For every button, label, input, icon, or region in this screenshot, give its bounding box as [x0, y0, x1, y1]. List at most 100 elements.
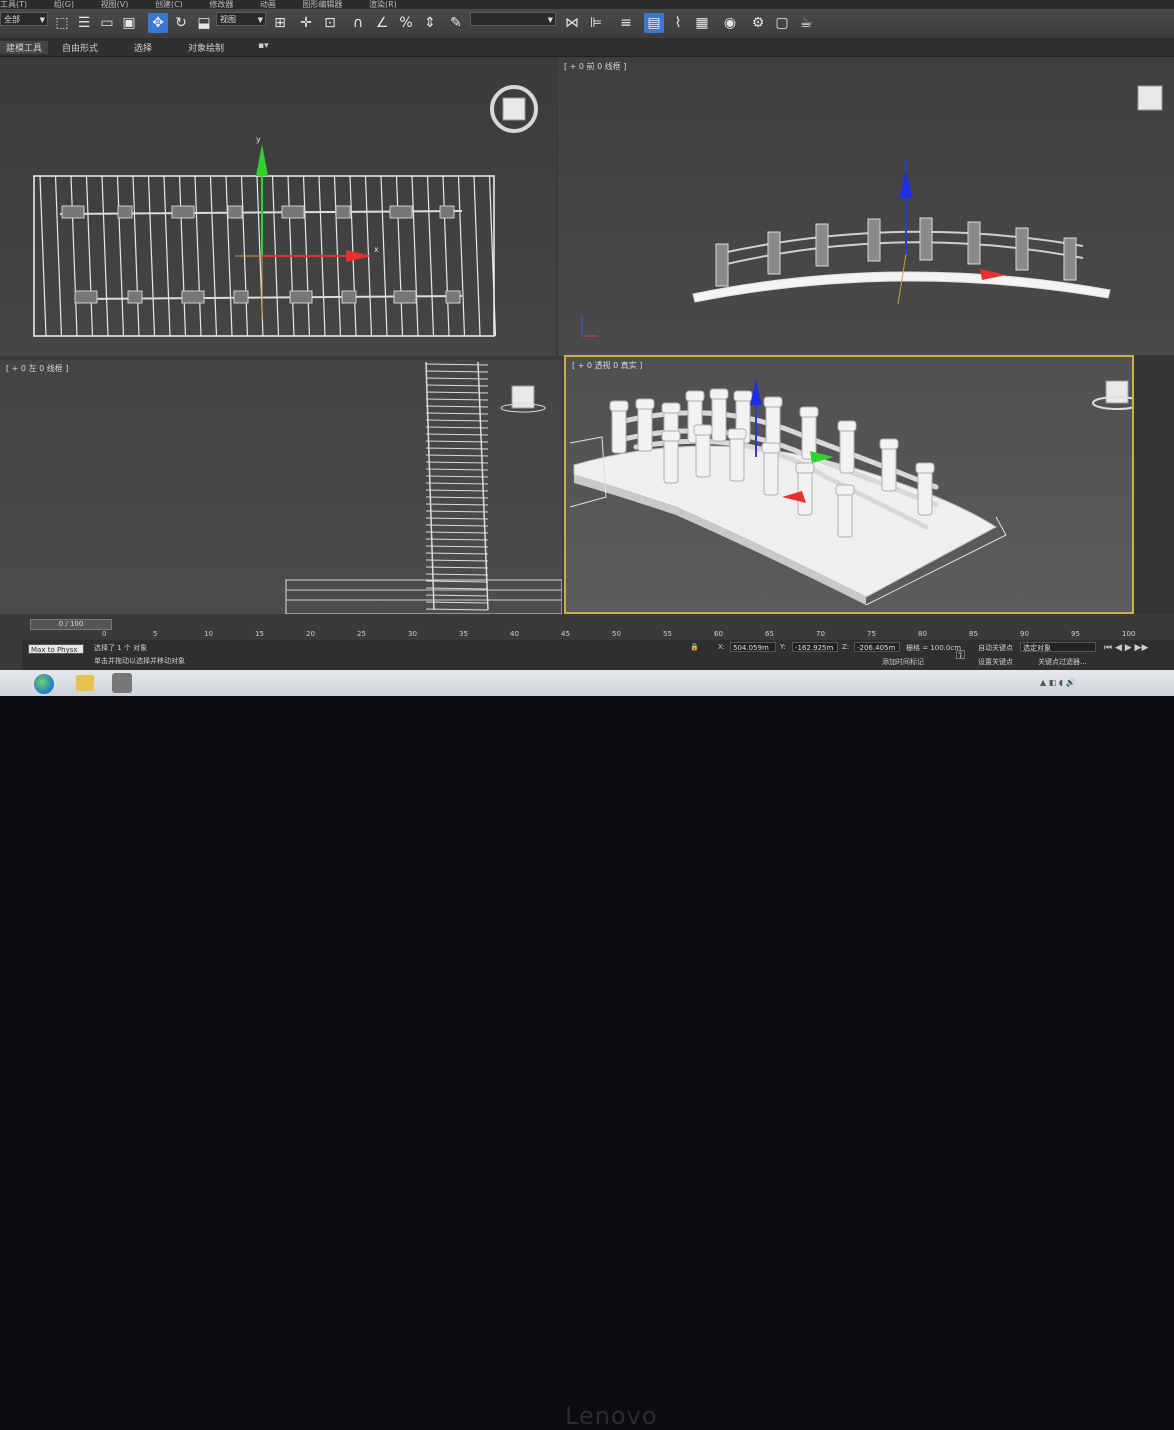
key-icon[interactable]: ⚿ — [956, 648, 965, 663]
file-explorer-icon[interactable] — [76, 675, 94, 691]
spinner-snap-icon[interactable]: ⇕ — [420, 13, 440, 33]
rendered-frame-icon[interactable]: ▢ — [772, 13, 792, 33]
command-panel-edge — [1134, 355, 1174, 614]
menu-group[interactable]: 组(G) — [54, 0, 74, 9]
align-icon[interactable]: ⊫ — [586, 13, 606, 33]
add-time-tag[interactable]: 添加时间标记 — [882, 657, 924, 667]
menu-create[interactable]: 创建(C) — [155, 0, 183, 9]
manipulate-icon[interactable]: ✛ — [296, 13, 316, 33]
render-teapot-icon[interactable]: ☕ — [796, 13, 816, 33]
viewport-top[interactable]: y x — [0, 58, 556, 356]
snap-3d-icon[interactable]: ∩ — [348, 13, 368, 33]
z-coordinate-field[interactable]: -206.405m — [854, 642, 900, 652]
ribbon-options-icon[interactable]: ▪▾ — [258, 41, 269, 51]
y-axis-label: y — [256, 135, 261, 144]
timeline-tick: 0 — [102, 630, 107, 638]
timeline-tick: 35 — [459, 630, 468, 638]
time-slider[interactable]: 0 / 100 — [30, 619, 112, 630]
selection-filter-dropdown[interactable]: 全部 — [0, 12, 48, 27]
tab-modeling-tools[interactable]: 建模工具 — [0, 41, 49, 54]
timeline-tick: 80 — [918, 630, 927, 638]
viewport-left[interactable]: [ + 0 左 0 线框 ] — [0, 360, 562, 614]
auto-key-button[interactable]: 自动关键点 — [978, 643, 1013, 653]
key-mode-dropdown[interactable]: 选定对象 — [1020, 642, 1096, 652]
timeline-tick: 10 — [204, 630, 213, 638]
viewport-perspective[interactable]: [ + 0 透视 0 真实 ] — [564, 355, 1134, 614]
menu-rendering[interactable]: 渲染(R) — [369, 0, 397, 9]
timeline-tick: 55 — [663, 630, 672, 638]
start-button[interactable] — [34, 674, 54, 694]
timeline-tick: 50 — [612, 630, 621, 638]
prompt-hint: 单击并拖动以选择并移动对象 — [94, 657, 185, 665]
curve-editor-icon[interactable]: ⌇ — [668, 13, 688, 33]
ribbon-toggle-icon[interactable]: ▤ — [644, 13, 664, 33]
windows-taskbar: ▲ ◧ ◖ 🔊 — [0, 670, 1174, 696]
3dsmax-taskbar-icon[interactable] — [112, 673, 132, 693]
rect-region-icon[interactable]: ▭ — [97, 13, 117, 33]
top-view-wireframe: y x — [33, 85, 538, 337]
pivot-center-icon[interactable]: ⊞ — [270, 13, 290, 33]
selection-status: 选择了 1 个 对象 — [94, 644, 148, 652]
viewcube-icon[interactable] — [1137, 85, 1163, 111]
named-selection-dropdown[interactable] — [470, 12, 556, 27]
render-setup-icon[interactable]: ⚙ — [748, 13, 768, 33]
y-label: Y: — [780, 643, 786, 651]
material-editor-icon[interactable]: ◉ — [720, 13, 740, 33]
maxscript-listener[interactable]: Max to Physx — [28, 644, 84, 654]
timeline-tick: 5 — [153, 630, 158, 638]
lock-icon[interactable]: 🔒 — [690, 643, 699, 651]
select-by-name-icon[interactable]: ☰ — [74, 13, 94, 33]
ref-coord-dropdown[interactable]: 视图 — [216, 12, 266, 27]
timeline[interactable]: 0 / 100 0 5 10 15 20 25 30 35 40 45 50 55 60 65 70 75 80… — [22, 618, 1135, 640]
monitor-brand-logo: Lenovo — [565, 1402, 658, 1430]
mirror-icon[interactable]: ⋈ — [562, 13, 582, 33]
timeline-tick: 75 — [867, 630, 876, 638]
left-view-wireframe — [285, 361, 562, 614]
select-move-icon[interactable]: ✥ — [148, 13, 168, 33]
timeline-tick: 15 — [255, 630, 264, 638]
menu-tools[interactable]: 工具(T) — [0, 0, 27, 9]
front-view-wireframe — [581, 85, 1163, 337]
menu-graph-editors[interactable]: 图形编辑器 — [302, 0, 342, 9]
ribbon-tabs: 建模工具 自由形式 选择 对象绘制 ▪▾ — [0, 38, 1174, 57]
timeline-tick: 70 — [816, 630, 825, 638]
schematic-view-icon[interactable]: ▦ — [692, 13, 712, 33]
y-coordinate-field[interactable]: -162.925m — [792, 642, 838, 652]
tab-freeform[interactable]: 自由形式 — [62, 41, 98, 54]
keyboard-shortcut-icon[interactable]: ⊡ — [320, 13, 340, 33]
key-filters-button[interactable]: 关键点过滤器... — [1038, 657, 1087, 667]
timeline-tick: 100 — [1122, 630, 1136, 638]
timeline-tick: 30 — [408, 630, 417, 638]
timeline-tick: 25 — [357, 630, 366, 638]
edit-named-selection-icon[interactable]: ✎ — [446, 13, 466, 33]
menu-animation[interactable]: 动画 — [260, 0, 276, 9]
perspective-bridge-render — [569, 379, 1132, 606]
timeline-tick: 85 — [969, 630, 978, 638]
angle-snap-icon[interactable]: ∠ — [372, 13, 392, 33]
percent-snap-icon[interactable]: % — [396, 13, 416, 33]
menu-modifiers[interactable]: 修改器 — [209, 0, 233, 9]
monitor-bezel: Lenovo — [0, 696, 1174, 1430]
viewport-front[interactable]: [ + 0 前 0 线框 ] — [558, 58, 1174, 356]
x-axis-label: x — [374, 245, 379, 254]
viewcube-icon[interactable] — [1105, 380, 1129, 404]
system-tray[interactable]: ▲ ◧ ◖ 🔊 — [1040, 678, 1076, 687]
z-label: Z: — [842, 643, 850, 651]
track-bar[interactable]: 0 5 10 15 20 25 30 35 40 45 50 55 60 65 70 75 80 85 90 95 10… — [22, 630, 1135, 640]
timeline-tick: 95 — [1071, 630, 1080, 638]
set-key-button[interactable]: 设置关键点 — [978, 657, 1013, 667]
layer-manager-icon[interactable]: ≡ — [616, 13, 636, 33]
tab-selection[interactable]: 选择 — [134, 41, 152, 54]
timeline-tick: 20 — [306, 630, 315, 638]
x-coordinate-field[interactable]: 504.059m — [730, 642, 776, 652]
playback-controls[interactable]: ⏮ ◀ ▶ ▶▶ — [1104, 643, 1148, 653]
menu-bar: 工具(T) 组(G) 视图(V) 创建(C) 修改器 动画 图形编辑器 渲染(R… — [0, 0, 1174, 9]
select-scale-icon[interactable]: ⬓ — [194, 13, 214, 33]
tab-object-paint[interactable]: 对象绘制 — [188, 41, 224, 54]
menu-views[interactable]: 视图(V) — [101, 0, 129, 9]
viewcube-icon[interactable] — [502, 97, 526, 121]
select-rotate-icon[interactable]: ↻ — [171, 13, 191, 33]
window-crossing-icon[interactable]: ▣ — [119, 13, 139, 33]
select-object-icon[interactable]: ⬚ — [52, 13, 72, 33]
status-bar: Max to Physx 选择了 1 个 对象 单击并拖动以选择并移动对象 🔒 … — [22, 640, 1174, 670]
